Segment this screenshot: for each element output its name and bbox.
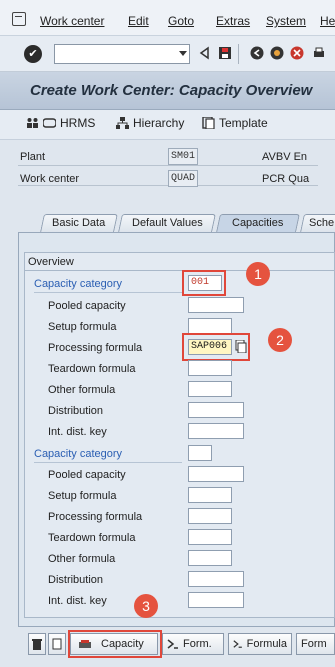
hrms-label: HRMS [60, 116, 96, 130]
exit-icon[interactable] [270, 46, 284, 60]
distribution-input-2[interactable] [188, 571, 244, 587]
standard-toolbar: ✔ [0, 36, 335, 72]
bottom-button-bar: Capacity Form. Formula Form [18, 630, 335, 659]
plant-description: AVBV En [262, 151, 308, 163]
menu-extras[interactable]: Extras [216, 14, 250, 28]
step-marker-2: 2 [268, 328, 292, 352]
int-dist-key-input-2[interactable] [188, 592, 244, 608]
title-bar: Create Work Center: Capacity Overview [0, 72, 335, 110]
application-toolbar: HRMS Hierarchy Template [0, 110, 335, 140]
menu-help[interactable]: He [320, 14, 335, 28]
capacity-category-label: Capacity category [34, 278, 123, 290]
menu-bar: Work center Edit Goto Extras System He [0, 0, 335, 36]
teardown-formula-label: Teardown formula [48, 532, 136, 544]
distribution-input[interactable] [188, 402, 244, 418]
menu-work-center[interactable]: Work center [40, 14, 104, 28]
other-formula-label: Other formula [48, 384, 116, 396]
distribution-label: Distribution [48, 405, 104, 417]
setup-formula-input-2[interactable] [188, 487, 232, 503]
teardown-formula-input[interactable] [188, 360, 232, 376]
capacity-category-input-2[interactable] [188, 445, 212, 461]
overview-title: Overview [28, 256, 74, 268]
setup-formula-label: Setup formula [48, 321, 117, 333]
formula-button-3[interactable]: Form [296, 633, 335, 655]
delete-button[interactable] [28, 633, 46, 655]
print-icon[interactable] [312, 46, 326, 60]
hierarchy-label: Hierarchy [133, 116, 185, 130]
other-formula-input[interactable] [188, 381, 232, 397]
processing-formula-label: Processing formula [48, 342, 143, 354]
pooled-capacity-input-2[interactable] [188, 466, 244, 482]
tab-scheduling[interactable]: Sche [300, 214, 335, 232]
hrms-button[interactable]: HRMS [26, 116, 95, 130]
enter-check-icon[interactable]: ✔ [24, 45, 42, 63]
toolbar-divider [238, 44, 239, 64]
formula-button-2-label: Formula [246, 638, 287, 650]
teardown-formula-label: Teardown formula [48, 363, 136, 375]
other-formula-input-2[interactable] [188, 550, 232, 566]
people-icon [27, 118, 38, 128]
plant-label: Plant [20, 151, 46, 163]
distribution-label: Distribution [48, 574, 104, 586]
command-field[interactable] [54, 44, 190, 64]
org-icon [43, 118, 56, 128]
tab-capacities[interactable]: Capacities [216, 214, 300, 232]
highlight-box [68, 630, 162, 658]
work-center-field[interactable]: QUAD [168, 170, 198, 187]
highlight-box [182, 270, 226, 296]
tab-basic-data[interactable]: Basic Data [40, 214, 118, 232]
pooled-capacity-label: Pooled capacity [48, 300, 126, 312]
menu-goto[interactable]: Goto [168, 14, 194, 28]
hierarchy-button[interactable]: Hierarchy [116, 116, 184, 130]
int-dist-key-label: Int. dist. key [48, 426, 107, 438]
int-dist-key-input[interactable] [188, 423, 244, 439]
hierarchy-icon [116, 117, 129, 129]
setup-formula-input[interactable] [188, 318, 232, 334]
formula-button-3-label: Form [301, 638, 327, 650]
menu-edit[interactable]: Edit [128, 14, 149, 28]
template-button[interactable]: Template [202, 116, 268, 130]
pooled-capacity-label: Pooled capacity [48, 469, 126, 481]
document-icon [52, 638, 62, 650]
overview-divider [24, 270, 335, 271]
teardown-formula-input-2[interactable] [188, 529, 232, 545]
formula-icon [233, 640, 242, 648]
plant-field[interactable]: SM01 [168, 148, 198, 165]
save-icon[interactable] [218, 46, 232, 60]
trash-icon [32, 639, 42, 650]
template-icon [202, 117, 215, 129]
pooled-capacity-input[interactable] [188, 297, 244, 313]
formula-button-2[interactable]: Formula [228, 633, 292, 655]
tab-default-values[interactable]: Default Values [118, 214, 216, 232]
int-dist-key-label: Int. dist. key [48, 595, 107, 607]
highlight-box [182, 333, 250, 361]
menu-system[interactable]: System [266, 14, 306, 28]
formula-button-1-label: Form. [183, 638, 212, 650]
work-center-description: PCR Qua [262, 173, 310, 185]
page-title: Create Work Center: Capacity Overview [30, 82, 313, 99]
capacity-category-label: Capacity category [34, 448, 123, 460]
new-entry-button[interactable] [48, 633, 66, 655]
back-icon[interactable] [250, 46, 264, 60]
template-label: Template [219, 116, 268, 130]
chevron-down-icon[interactable] [179, 51, 187, 56]
category-underline [34, 292, 182, 293]
setup-formula-label: Setup formula [48, 490, 117, 502]
step-marker-3: 3 [134, 594, 158, 618]
sap-menu-icon[interactable] [12, 12, 26, 26]
work-center-label: Work center [20, 173, 80, 185]
other-formula-label: Other formula [48, 553, 116, 565]
back-arrow-icon[interactable] [198, 46, 212, 60]
category-underline [34, 462, 182, 463]
formula-icon [167, 639, 178, 649]
processing-formula-input-2[interactable] [188, 508, 232, 524]
step-marker-1: 1 [246, 262, 270, 286]
formula-button-1[interactable]: Form. [162, 633, 224, 655]
cancel-icon[interactable] [290, 46, 304, 60]
processing-formula-label: Processing formula [48, 511, 143, 523]
